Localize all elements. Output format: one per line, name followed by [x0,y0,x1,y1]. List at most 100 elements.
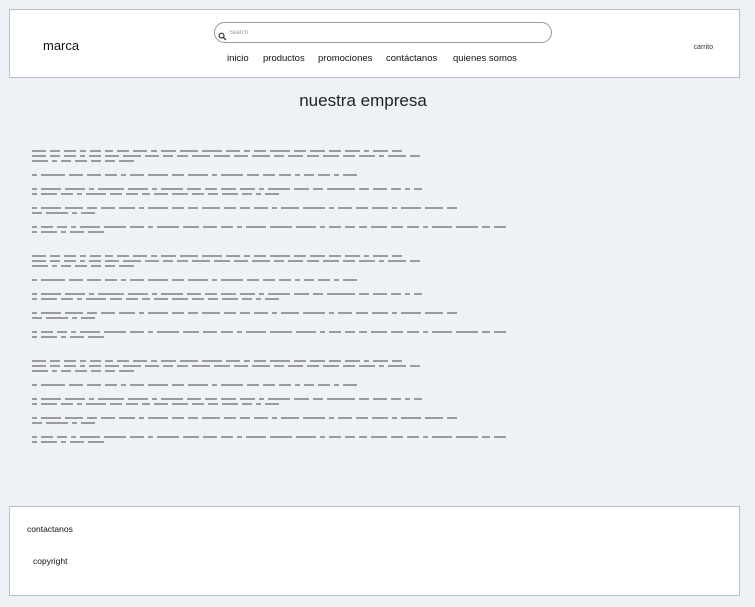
text-placeholder-dash [242,297,252,300]
text-placeholder-dash [105,369,115,372]
text-placeholder-dash [345,330,355,333]
text-placeholder-dash [50,254,60,257]
text-placeholder-dash [88,335,104,338]
text-placeholder-dash [244,149,250,152]
text-placeholder-dash [304,278,314,281]
text-placeholder-dash [180,359,198,362]
text-placeholder-dash [87,311,97,314]
text-placeholder-dash [202,416,220,419]
text-placeholder-dash [373,149,388,152]
text-placeholder-dash [329,311,334,314]
text-placeholder-dash [192,297,204,300]
text-placeholder-dash [50,259,60,262]
text-placeholder-dash [154,192,168,195]
text-placeholder-dash [71,435,76,438]
text-placeholder-dash [392,416,397,419]
text-placeholder-dash [327,397,355,400]
text-placeholder-dash [318,173,330,176]
text-placeholder-dash [187,187,201,190]
text-placeholder-dash [151,149,157,152]
text-placeholder-dash [327,292,355,295]
search-input[interactable] [229,25,529,40]
text-placeholder-dash [130,225,144,228]
text-placeholder-dash [80,435,100,438]
text-placeholder-dash [80,364,85,367]
text-placeholder-dash [130,278,144,281]
text-placeholder-dash [90,254,101,257]
nav-item-contactanos[interactable]: contáctanos [386,53,437,64]
text-placeholder-dash [294,397,309,400]
nav-item-productos[interactable]: productos [263,53,305,64]
text-placeholder-dash [41,335,57,338]
text-placeholder-dash [268,397,290,400]
text-placeholder-dash [41,397,61,400]
text-placeholder-dash [52,369,57,372]
text-placeholder-dash [46,211,68,214]
text-placeholder-dash [388,364,406,367]
text-placeholder-dash [345,359,360,362]
text-placeholder-dash [329,359,341,362]
text-placeholder-dash [244,254,250,257]
text-placeholder-dash [52,264,57,267]
text-placeholder-dash [87,173,101,176]
text-placeholder-dash [482,225,490,228]
text-paragraph [32,415,662,425]
text-placeholder-dash [224,206,236,209]
text-placeholder-dash [338,206,352,209]
text-placeholder-dash [105,173,117,176]
text-placeholder-dash [32,297,37,300]
text-placeholder-dash [50,364,60,367]
text-placeholder-dash [447,311,457,314]
text-placeholder-dash [69,383,83,386]
text-placeholder-dash [294,149,306,152]
text-line [32,439,662,444]
text-placeholder-dash [126,297,138,300]
text-placeholder-dash [296,330,316,333]
text-line [32,172,662,177]
text-placeholder-dash [130,383,144,386]
footer-contact-link[interactable]: contactanos [27,524,73,534]
text-placeholder-dash [304,383,314,386]
text-line [32,334,662,339]
text-placeholder-dash [148,416,168,419]
text-placeholder-dash [142,192,150,195]
text-placeholder-dash [323,259,339,262]
text-placeholder-dash [372,311,388,314]
text-placeholder-dash [148,383,168,386]
text-placeholder-dash [126,402,138,405]
nav-item-promociones[interactable]: promociones [318,53,372,64]
text-placeholder-dash [359,259,375,262]
text-paragraph [32,186,662,196]
search-bar[interactable] [214,22,552,43]
text-placeholder-dash [237,435,242,438]
text-placeholder-dash [259,292,264,295]
text-placeholder-dash [423,330,428,333]
text-placeholder-dash [188,311,198,314]
text-placeholder-dash [32,173,37,176]
text-placeholder-dash [379,259,384,262]
text-line [32,401,662,406]
text-placeholder-dash [77,402,82,405]
text-placeholder-dash [192,192,204,195]
text-placeholder-dash [274,154,284,157]
text-placeholder-dash [32,159,48,162]
nav-item-inicio[interactable]: inicio [227,53,249,64]
text-placeholder-dash [221,278,243,281]
text-placeholder-dash [157,225,179,228]
text-placeholder-dash [157,435,179,438]
text-placeholder-dash [256,297,261,300]
text-placeholder-dash [345,225,355,228]
text-placeholder-dash [425,311,443,314]
text-placeholder-dash [133,149,147,152]
text-placeholder-dash [91,369,101,372]
text-placeholder-dash [98,397,124,400]
text-placeholder-dash [304,173,314,176]
text-placeholder-dash [86,402,106,405]
text-placeholder-dash [281,311,299,314]
brand-logo[interactable]: marca [43,38,79,53]
text-placeholder-dash [77,192,82,195]
nav-item-quienes-somos[interactable]: quienes somos [453,53,517,64]
cart-link[interactable]: carrito [694,44,713,51]
text-placeholder-dash [392,311,397,314]
search-icon[interactable] [218,28,227,41]
